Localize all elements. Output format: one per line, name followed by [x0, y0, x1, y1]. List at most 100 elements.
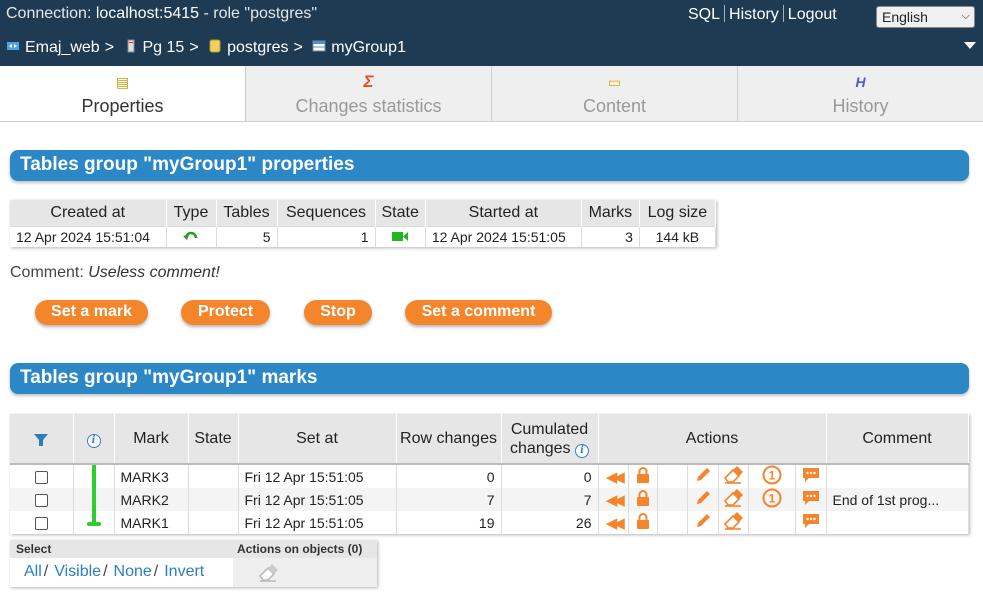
- eraser-icon[interactable]: [723, 466, 744, 484]
- eraser-icon[interactable]: [723, 489, 744, 507]
- info-icon[interactable]: i: [86, 433, 101, 448]
- tab-label: Properties: [81, 96, 164, 116]
- select-all-link[interactable]: All: [24, 563, 42, 580]
- folder-icon: ▭: [607, 74, 622, 90]
- eraser-icon[interactable]: [723, 512, 744, 530]
- svg-text:1: 1: [769, 469, 776, 483]
- select-invert-link[interactable]: Invert: [164, 563, 204, 580]
- history-link[interactable]: History: [729, 6, 779, 23]
- row-changes: 7: [396, 488, 502, 511]
- mark-comment: [826, 463, 969, 488]
- lock-icon[interactable]: [636, 467, 650, 483]
- column-header: State: [188, 414, 239, 464]
- actions-area: [233, 558, 377, 587]
- emaj-icon: [7, 42, 19, 50]
- eraser-icon: [258, 564, 278, 582]
- cumulated-changes: 0: [501, 463, 599, 488]
- filter-icon[interactable]: [33, 432, 49, 448]
- select-visible-link[interactable]: Visible: [54, 563, 101, 580]
- tab-properties[interactable]: ▤ Properties: [0, 66, 246, 121]
- marks-count: 3: [581, 225, 640, 247]
- language-value: English: [882, 9, 928, 25]
- comment-label: Comment:: [10, 264, 84, 281]
- logout-link[interactable]: Logout: [788, 6, 837, 23]
- properties-section-title: Tables group "myGroup1" properties: [10, 150, 969, 181]
- rollback-icon[interactable]: ◀◀: [606, 515, 625, 532]
- info-icon[interactable]: i: [574, 443, 589, 458]
- comment-icon[interactable]: [802, 490, 820, 506]
- select-links: All / Visible / None / Invert: [24, 563, 205, 580]
- connection-prefix: Connection:: [6, 5, 92, 22]
- tab-history[interactable]: H History: [738, 66, 983, 121]
- column-header: Row changes: [396, 414, 502, 464]
- database-icon: [209, 39, 221, 53]
- breadcrumb-database[interactable]: postgres: [227, 39, 288, 56]
- mark-state: [188, 511, 239, 534]
- breadcrumb-server[interactable]: Pg 15: [143, 39, 185, 56]
- table-row: 12 Apr 2024 15:51:04 5 1 12 Apr 2024 15:…: [10, 225, 716, 247]
- column-header: State: [375, 200, 426, 226]
- selection-footer: Select Actions on objects (0) All / Visibl…: [10, 540, 377, 587]
- mark-comment: [826, 511, 969, 534]
- column-header: Created at: [10, 200, 167, 226]
- table-row: MARK3 Fri 12 Apr 15:51:05 0 0 ◀◀ 1: [10, 463, 969, 488]
- marks-table: i Mark State Set at Row changes Cumulate…: [10, 414, 969, 534]
- tab-changes-statistics[interactable]: Σ Changes statistics: [246, 66, 492, 121]
- tab-bar: ▤ Properties Σ Changes statistics ▭ Cont…: [0, 66, 983, 122]
- protect-button[interactable]: Protect: [181, 300, 270, 325]
- rename-pencil-icon[interactable]: [694, 466, 712, 484]
- select-none-link[interactable]: None: [114, 563, 152, 580]
- row-checkbox[interactable]: [34, 517, 48, 531]
- lock-icon[interactable]: [636, 490, 650, 506]
- mark-state: [188, 463, 239, 488]
- breadcrumb-group[interactable]: myGroup1: [331, 39, 406, 56]
- column-header: Mark: [114, 414, 189, 464]
- mark-name: MARK1: [114, 511, 189, 534]
- rename-pencil-icon[interactable]: [694, 489, 712, 507]
- column-header: Marks: [581, 200, 640, 226]
- language-select[interactable]: English ⌵: [876, 6, 975, 28]
- server-icon: [127, 39, 134, 53]
- row-checkbox[interactable]: [34, 494, 48, 508]
- collapse-icon[interactable]: [964, 42, 976, 49]
- breadcrumb-emaj-web[interactable]: Emaj_web: [25, 39, 100, 56]
- tab-content[interactable]: ▭ Content: [492, 66, 738, 121]
- rollback-icon[interactable]: ◀◀: [606, 469, 625, 486]
- marks-section-title: Tables group "myGroup1" marks: [10, 363, 969, 394]
- row-checkbox[interactable]: [34, 471, 48, 485]
- first-mark-icon[interactable]: 1: [762, 465, 782, 485]
- rename-pencil-icon[interactable]: [694, 512, 712, 530]
- tab-label: Changes statistics: [295, 96, 442, 116]
- column-header: changes: [510, 439, 571, 457]
- column-header: Type: [166, 200, 217, 226]
- sql-link[interactable]: SQL: [688, 6, 720, 23]
- actions-on-objects-label: Actions on objects (0): [237, 542, 363, 556]
- timeline-segment: [91, 488, 96, 511]
- mark-state: [188, 488, 239, 511]
- log-size: 144 kB: [639, 225, 716, 247]
- chevron-down-icon: ⌵: [961, 10, 970, 22]
- started-at: 12 Apr 2024 15:51:05: [425, 225, 582, 247]
- comment-icon[interactable]: [802, 513, 820, 529]
- comment-value: Useless comment!: [88, 264, 220, 281]
- column-header: Actions: [598, 414, 827, 464]
- lock-icon[interactable]: [636, 513, 650, 529]
- timeline-end: [86, 511, 101, 526]
- column-header: Started at: [425, 200, 582, 226]
- svg-text:1: 1: [769, 492, 776, 506]
- mark-set-at: Fri 12 Apr 15:51:05: [238, 463, 397, 488]
- column-header: Set at: [238, 414, 397, 464]
- comment-icon[interactable]: [802, 467, 820, 483]
- first-mark-icon[interactable]: 1: [762, 488, 782, 508]
- stop-button[interactable]: Stop: [304, 300, 372, 325]
- cumulated-changes: 26: [501, 511, 599, 534]
- rollback-icon[interactable]: ◀◀: [606, 492, 625, 509]
- column-header: Log size: [639, 200, 716, 226]
- mark-set-at: Fri 12 Apr 15:51:05: [238, 511, 397, 534]
- top-links: SQL History Logout: [688, 5, 837, 24]
- breadcrumb: Emaj_web > Pg 15 > postgres > myGroup1: [6, 39, 406, 57]
- top-bar: Connection: localhost:5415 - role "postg…: [0, 0, 983, 66]
- set-comment-button[interactable]: Set a comment: [405, 300, 552, 325]
- set-mark-button[interactable]: Set a mark: [35, 300, 148, 325]
- sequences-count: 1: [277, 225, 376, 247]
